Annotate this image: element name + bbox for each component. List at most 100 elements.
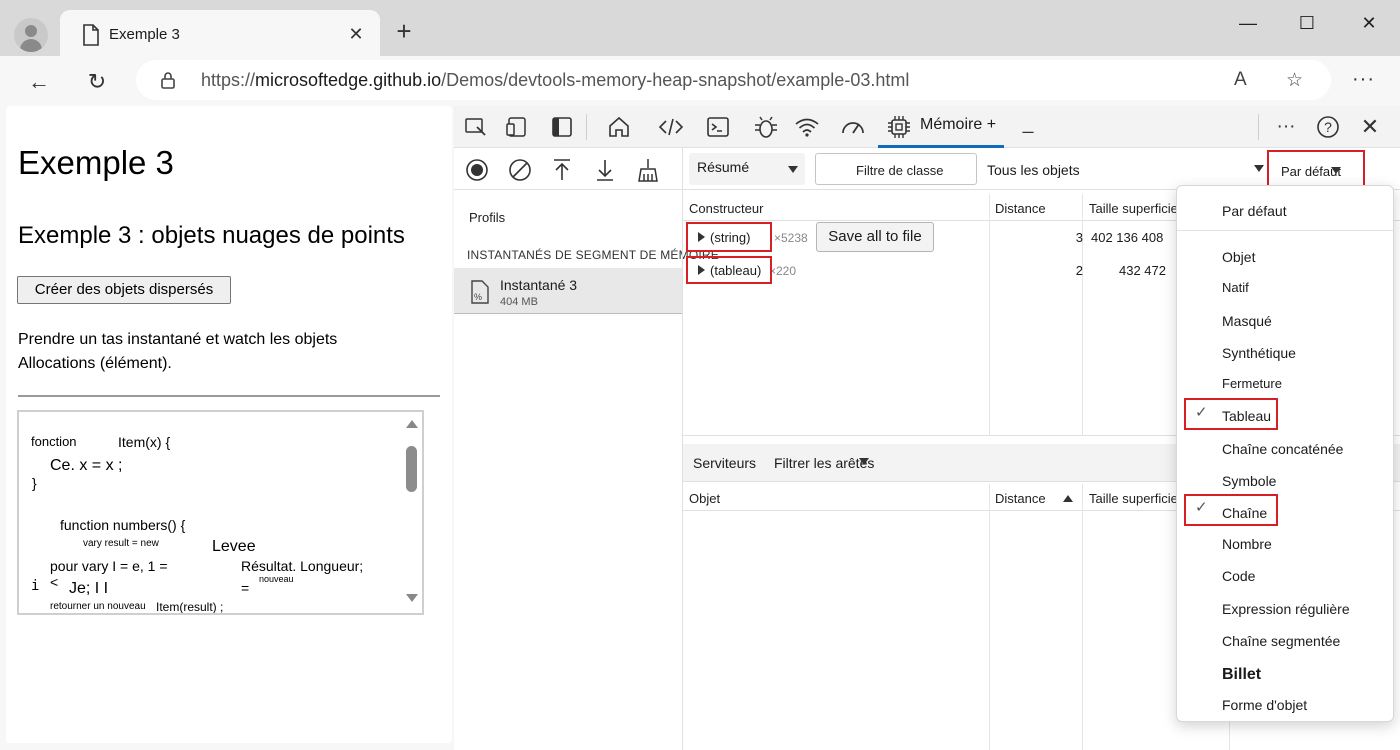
- upload-icon[interactable]: [549, 157, 575, 183]
- memory-chip-icon: [888, 116, 910, 138]
- view-select-value: Résumé: [697, 159, 750, 175]
- more-tabs-icon[interactable]: _: [1014, 112, 1042, 136]
- class-filter-input[interactable]: Filtre de classe: [815, 153, 977, 185]
- instructions-line-1: Prendre un tas instantané et watch les o…: [18, 331, 338, 348]
- tab-memory[interactable]: Mémoire +: [878, 106, 1004, 148]
- menu-item-concatenated-string[interactable]: Chaîne concaténée: [1222, 441, 1343, 457]
- column-divider: [1082, 484, 1083, 750]
- column-constructor[interactable]: Constructeur: [689, 201, 763, 216]
- menu-item-closure[interactable]: Fermeture: [1222, 376, 1282, 391]
- tab-retainers[interactable]: Serviteurs: [693, 455, 756, 471]
- profiles-toolbar: [454, 148, 682, 190]
- profile-avatar[interactable]: [14, 18, 48, 52]
- chevron-down-icon: [859, 458, 869, 465]
- menu-separator: [1177, 230, 1393, 231]
- lock-icon[interactable]: [160, 71, 176, 89]
- snapshot-item[interactable]: % Instantané 3 404 MB: [454, 268, 682, 314]
- highlight-box: [686, 256, 772, 284]
- download-icon[interactable]: [592, 157, 618, 183]
- help-icon[interactable]: ?: [1314, 115, 1342, 139]
- profiles-label: Profils: [469, 210, 506, 225]
- code-token: Item(result) ;: [156, 600, 224, 614]
- minimize-button[interactable]: —: [1228, 8, 1268, 38]
- network-wifi-icon[interactable]: [793, 115, 821, 139]
- snapshot-size: 404 MB: [500, 296, 538, 308]
- favorite-icon[interactable]: ☆: [1286, 69, 1303, 92]
- sources-bug-icon[interactable]: [752, 115, 780, 139]
- menu-item-synthetic[interactable]: Synthétique: [1222, 345, 1296, 361]
- highlight-box: [1184, 494, 1278, 526]
- url-field[interactable]: https://microsoftedge.github.io/Demos/de…: [136, 60, 1331, 100]
- memory-tab-text: Mémoire: [920, 116, 983, 133]
- close-window-button[interactable]: ✕: [1349, 8, 1389, 38]
- row-shallow-size: 432 472: [1119, 263, 1166, 278]
- devtools-more-button[interactable]: ···: [1272, 115, 1300, 139]
- summary-toolbar: Résumé Filtre de classe Tous les objets …: [683, 148, 1400, 190]
- memory-tab-label: Mémoire +: [920, 116, 996, 134]
- column-object[interactable]: Objet: [689, 491, 720, 506]
- browser-tab[interactable]: Exemple 3 ✕: [60, 10, 380, 62]
- snapshot-file-icon: %: [471, 280, 489, 304]
- browser-menu-button[interactable]: ···: [1352, 68, 1375, 91]
- scrollbar-thumb[interactable]: [406, 446, 417, 492]
- menu-item-hidden[interactable]: Masqué: [1222, 313, 1272, 329]
- back-button[interactable]: ←: [24, 67, 54, 97]
- code-textarea[interactable]: fonction Item(x) { Ce. x = x ; } functio…: [17, 410, 424, 615]
- web-page: Exemple 3 Exemple 3 : objets nuages de p…: [6, 106, 452, 743]
- tab-title: Exemple 3: [109, 26, 180, 43]
- garbage-collect-broom-icon[interactable]: [635, 157, 661, 183]
- row-count: ×220: [769, 264, 797, 278]
- dock-side-icon[interactable]: [548, 115, 576, 139]
- menu-item-native[interactable]: Natif: [1222, 280, 1249, 295]
- code-token: pour vary I = e, 1 =: [50, 558, 168, 574]
- scroll-up-arrow-icon[interactable]: [406, 420, 418, 428]
- view-select[interactable]: Résumé: [689, 153, 805, 185]
- menu-item-regexp[interactable]: Expression régulière: [1222, 601, 1350, 617]
- address-bar-row: ← ↻ https://microsoftedge.github.io/Demo…: [0, 56, 1400, 106]
- menu-item-bigint[interactable]: Billet: [1222, 666, 1261, 684]
- clear-icon[interactable]: [507, 157, 533, 183]
- objects-select[interactable]: Tous les objets: [983, 153, 1268, 185]
- refresh-button[interactable]: ↻: [82, 67, 112, 97]
- menu-item-number[interactable]: Nombre: [1222, 536, 1272, 552]
- code-token: Levee: [212, 538, 256, 555]
- tab-close-icon[interactable]: ✕: [344, 22, 368, 46]
- code-token: i: [31, 578, 40, 594]
- record-icon[interactable]: [464, 157, 490, 183]
- column-distance[interactable]: Distance: [995, 491, 1046, 506]
- toolbar-separator: [1258, 114, 1259, 140]
- code-token: retourner un nouveau: [50, 601, 146, 612]
- menu-item-code[interactable]: Code: [1222, 568, 1255, 584]
- menu-item-object-shape[interactable]: Forme d'objet: [1222, 697, 1307, 713]
- close-devtools-button[interactable]: ✕: [1356, 115, 1384, 139]
- maximize-button[interactable]: ☐: [1287, 8, 1327, 38]
- code-token: <: [50, 574, 59, 590]
- chevron-down-icon: [788, 166, 798, 173]
- new-tab-button[interactable]: +: [390, 18, 418, 46]
- row-shallow-size: 402 136 408: [1091, 230, 1164, 245]
- code-token: =: [241, 580, 250, 596]
- column-distance[interactable]: Distance: [995, 201, 1046, 216]
- scroll-down-arrow-icon[interactable]: [406, 594, 418, 602]
- menu-item-symbol[interactable]: Symbole: [1222, 473, 1276, 489]
- console-tab-icon[interactable]: [704, 115, 732, 139]
- title-bar: Exemple 3 ✕ + — ☐ ✕: [0, 0, 1400, 62]
- device-emulation-icon[interactable]: [504, 115, 532, 139]
- page-subheading: Exemple 3 : objets nuages de points: [18, 222, 405, 249]
- save-all-tooltip[interactable]: Save all to file: [816, 222, 934, 252]
- memory-tab-plus: +: [986, 116, 997, 133]
- menu-item-default[interactable]: Par défaut: [1222, 203, 1287, 219]
- elements-tab-icon[interactable]: [657, 115, 685, 139]
- url-text[interactable]: https://microsoftedge.github.io/Demos/de…: [201, 70, 909, 91]
- toolbar-separator: [586, 114, 587, 140]
- menu-item-sliced-string[interactable]: Chaîne segmentée: [1222, 633, 1340, 649]
- performance-gauge-icon[interactable]: [839, 115, 867, 139]
- create-objects-button[interactable]: Créer des objets dispersés: [17, 276, 231, 304]
- welcome-home-icon[interactable]: [605, 115, 633, 139]
- read-aloud-icon[interactable]: A: [1234, 69, 1247, 91]
- scrollbar[interactable]: [404, 416, 420, 606]
- inspect-element-icon[interactable]: [462, 115, 490, 139]
- menu-item-object[interactable]: Objet: [1222, 249, 1255, 265]
- node-type-filter-select[interactable]: Par défaut: [1267, 150, 1365, 188]
- instructions-line-2: Allocations (élément).: [18, 355, 172, 372]
